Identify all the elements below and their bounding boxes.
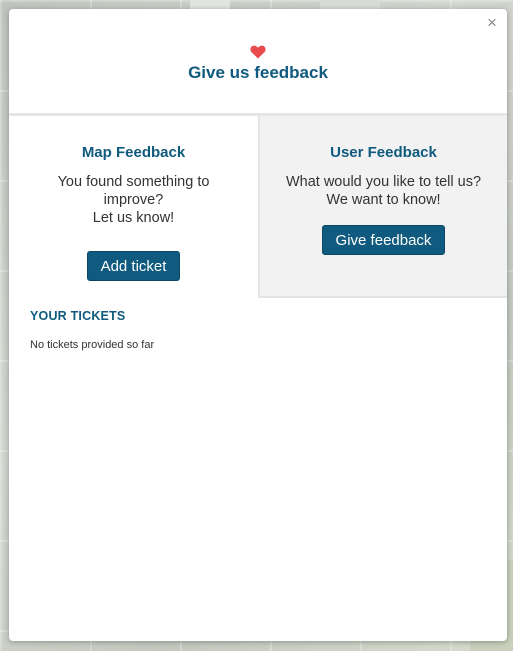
feedback-options: Map Feedback You found something to impr… bbox=[9, 116, 507, 296]
tickets-heading: YOUR TICKETS bbox=[30, 309, 126, 323]
map-feedback-text: You found something to improve? Let us k… bbox=[57, 174, 210, 226]
user-feedback-text: What would you like to tell us? We want … bbox=[285, 174, 482, 208]
modal-header: Give us feedback bbox=[9, 9, 507, 116]
add-ticket-button[interactable]: Add ticket bbox=[86, 251, 181, 281]
give-feedback-button[interactable]: Give feedback bbox=[321, 225, 446, 255]
feedback-modal: × Give us feedback Map Feedback You foun… bbox=[9, 9, 507, 641]
divider bbox=[258, 296, 507, 298]
user-feedback-panel: User Feedback What would you like to tel… bbox=[258, 116, 507, 296]
map-feedback-title: Map Feedback bbox=[81, 144, 186, 161]
tickets-section: YOUR TICKETS No tickets provided so far bbox=[9, 296, 507, 351]
modal-title: Give us feedback bbox=[188, 63, 328, 82]
tickets-empty-message: No tickets provided so far bbox=[30, 339, 155, 351]
close-icon[interactable]: × bbox=[483, 13, 501, 31]
map-feedback-panel: Map Feedback You found something to impr… bbox=[9, 116, 258, 296]
heart-icon bbox=[250, 45, 266, 59]
user-feedback-title: User Feedback bbox=[330, 144, 437, 161]
